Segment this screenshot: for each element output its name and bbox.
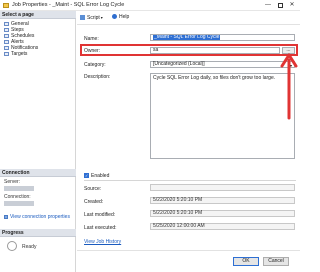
red-arrow-icon bbox=[280, 53, 298, 120]
